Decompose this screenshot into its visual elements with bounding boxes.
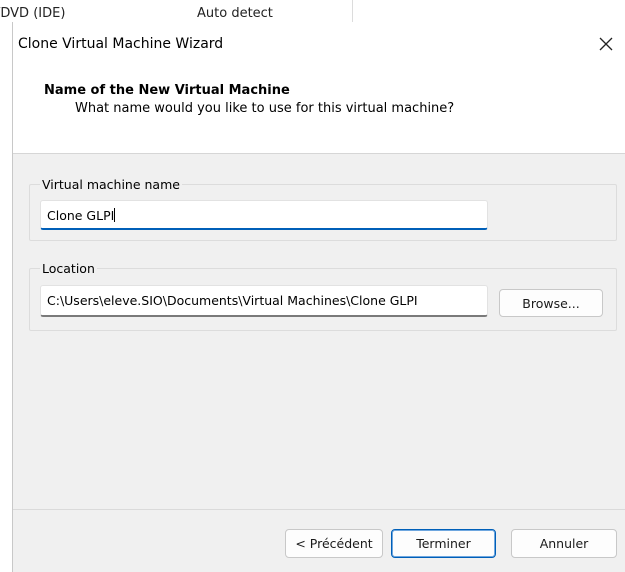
text-caret [114,208,116,222]
location-legend: Location [40,261,97,276]
dialog-title: Clone Virtual Machine Wizard [18,36,224,52]
background-device-label: /DVD (IDE) [0,6,66,21]
background-column-divider [352,0,353,22]
vm-name-group: Virtual machine name Clone GLPI [29,177,617,241]
background-app-strip: /DVD (IDE) Auto detect [0,0,625,22]
cancel-button[interactable]: Annuler [511,529,617,558]
close-icon [599,37,613,51]
clone-wizard-dialog: Clone Virtual Machine Wizard Name of the… [12,22,625,572]
page-subtitle: What name would you like to use for this… [75,101,455,116]
background-device-value: Auto detect [197,6,273,21]
wizard-header: Name of the New Virtual Machine What nam… [13,66,625,154]
close-button[interactable] [586,22,625,66]
location-input[interactable]: C:\Users\eleve.SIO\Documents\Virtual Mac… [40,285,488,317]
vm-name-input[interactable]: Clone GLPI [40,200,488,230]
finish-button[interactable]: Terminer [391,529,496,558]
vm-name-value: Clone GLPI [47,208,115,223]
vm-name-legend: Virtual machine name [40,177,182,192]
back-button[interactable]: < Précédent [285,529,383,558]
header-separator [13,153,625,154]
page-title: Name of the New Virtual Machine [44,83,290,98]
location-value: C:\Users\eleve.SIO\Documents\Virtual Mac… [47,293,418,308]
location-group: Location C:\Users\eleve.SIO\Documents\Vi… [29,261,617,331]
browse-button[interactable]: Browse... [499,289,603,317]
footer-separator [13,509,625,510]
dialog-titlebar: Clone Virtual Machine Wizard [13,22,625,66]
